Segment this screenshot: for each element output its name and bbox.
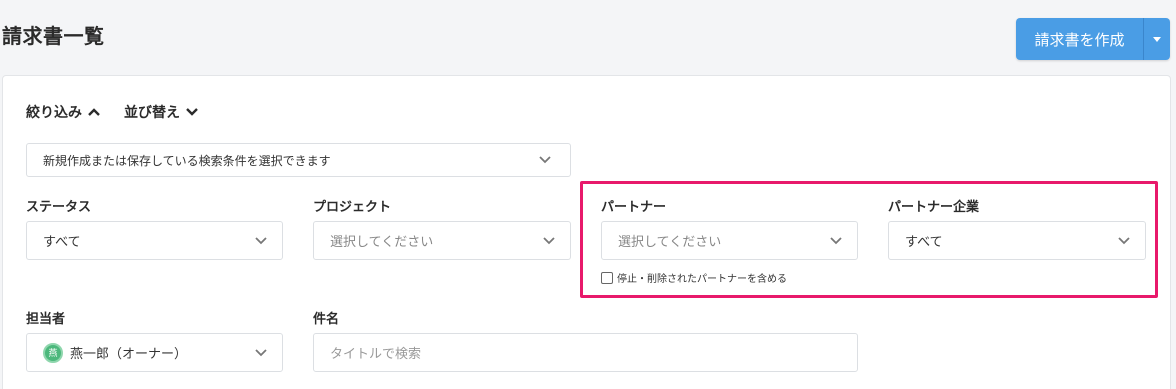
status-value: すべて xyxy=(43,235,81,250)
create-invoice-button[interactable]: 請求書を作成 xyxy=(1016,18,1144,60)
status-select[interactable]: すべて xyxy=(26,221,283,260)
assignee-select[interactable]: 燕 燕一郎（オーナー） xyxy=(26,333,283,372)
sort-toggle[interactable]: 並び替え xyxy=(124,102,199,122)
chevron-up-icon xyxy=(88,108,100,116)
page-title: 請求書一覧 xyxy=(2,24,105,48)
assignee-label: 担当者 xyxy=(26,312,66,327)
subject-search-input[interactable]: タイトルで検索 xyxy=(313,333,858,372)
chevron-down-icon xyxy=(543,236,555,244)
create-invoice-button-group: 請求書を作成 xyxy=(1016,18,1170,60)
chevron-down-icon xyxy=(186,108,198,116)
partner-highlight-frame xyxy=(580,181,1158,298)
avatar: 燕 xyxy=(43,342,63,363)
sort-label: 並び替え xyxy=(124,105,180,121)
assignee-value: 燕一郎（オーナー） xyxy=(70,347,188,362)
create-invoice-dropdown-button[interactable] xyxy=(1144,18,1170,60)
project-placeholder: 選択してください xyxy=(330,235,434,250)
subject-label: 件名 xyxy=(313,312,340,327)
chevron-down-icon xyxy=(255,348,267,356)
narrow-label: 絞り込み xyxy=(26,105,82,121)
saved-condition-select[interactable]: 新規作成または保存している検索条件を選択できます xyxy=(26,143,571,177)
status-label: ステータス xyxy=(26,200,92,215)
chevron-down-icon xyxy=(539,156,551,164)
subject-placeholder: タイトルで検索 xyxy=(330,347,422,362)
saved-condition-placeholder: 新規作成または保存している検索条件を選択できます xyxy=(43,153,331,168)
project-label: プロジェクト xyxy=(313,200,392,215)
narrow-toggle[interactable]: 絞り込み xyxy=(26,102,101,122)
caret-down-icon xyxy=(1153,36,1161,42)
chevron-down-icon xyxy=(255,236,267,244)
project-select[interactable]: 選択してください xyxy=(313,221,571,260)
